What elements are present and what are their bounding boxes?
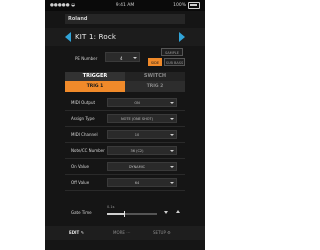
app-screen: ●●●●● ◒ 9:41 AM 100% Roland KIT 1: Rock … (45, 0, 205, 250)
setting-value: ON (134, 101, 140, 105)
gear-icon: ⚙ (167, 230, 171, 235)
pe-number-value: 4 (120, 55, 123, 61)
battery-percent: 100% (173, 3, 186, 8)
pe-number-select[interactable]: 4 (105, 52, 140, 62)
setting-label: Assign Type (71, 116, 95, 121)
increase-arrow-icon[interactable] (176, 210, 180, 213)
setting-row-on-value: On Value DYNAMIC (65, 159, 185, 175)
on-value-select[interactable]: DYNAMIC (107, 162, 177, 171)
setting-value: NOTE (ONE SHOT) (120, 117, 153, 121)
setting-row-midi-output: MIDI Output ON (65, 95, 185, 111)
setting-label: Off Value (71, 180, 90, 185)
nav-setup[interactable]: SETUP ⚙ (153, 230, 171, 235)
chevron-down-icon (133, 56, 137, 59)
assign-type-select[interactable]: NOTE (ONE SHOT) (107, 114, 177, 123)
chevron-down-icon (170, 102, 174, 104)
kit-title: KIT 1: Rock (75, 33, 117, 41)
setting-value: DYNAMIC (128, 165, 146, 169)
off-value-select[interactable]: 64 (107, 178, 177, 187)
chevron-down-icon (170, 166, 174, 168)
brand-header: Roland (65, 14, 185, 24)
setting-value: 64 (134, 181, 140, 185)
bottom-nav: EDIT ✎ MORE ⋯ SETUP ⚙ (45, 226, 205, 240)
chevron-down-icon (170, 118, 174, 120)
sample-button[interactable]: SAMPLE (161, 48, 183, 56)
nav-edit[interactable]: EDIT ✎ (69, 230, 84, 235)
decrease-arrow-icon[interactable] (164, 211, 168, 214)
slider-handle[interactable] (123, 211, 126, 217)
next-kit-arrow-icon[interactable] (179, 32, 185, 42)
setting-value: 36 (C2) (130, 149, 144, 153)
status-bar: ●●●●● ◒ 9:41 AM 100% (45, 0, 205, 11)
gate-time-slider[interactable] (107, 211, 157, 217)
tab-trig-2[interactable]: TRIG 2 (125, 81, 185, 92)
home-indicator-area (45, 240, 205, 250)
slider-fill (107, 213, 125, 215)
pe-number-label: PE Number (75, 56, 98, 61)
chevron-down-icon (170, 134, 174, 136)
tab-trig-1[interactable]: TRIG 1 (65, 81, 125, 92)
nav-setup-label: SETUP (153, 230, 166, 235)
setting-value: 10 (134, 133, 140, 137)
roland-logo: Roland (68, 16, 88, 22)
gate-time-label: Gate Time (71, 210, 92, 215)
pencil-icon: ✎ (80, 230, 85, 235)
midi-channel-select[interactable]: 10 (107, 130, 177, 139)
gate-time-row: Gate Time 0.1s (65, 205, 185, 219)
setting-label: On Value (71, 164, 89, 169)
dots-icon: ⋯ (126, 230, 131, 235)
setting-label: MIDI Channel (71, 132, 98, 137)
nav-more[interactable]: MORE ⋯ (113, 230, 130, 235)
previous-kit-arrow-icon[interactable] (65, 32, 71, 42)
side-button[interactable]: SIDE (148, 58, 162, 66)
tab-switch[interactable]: SWITCH (125, 72, 185, 81)
gate-time-value: 0.1s (107, 205, 115, 209)
setting-label: Note/CC Number (71, 148, 105, 153)
battery-icon (188, 2, 200, 9)
note-cc-number-select[interactable]: 36 (C2) (107, 146, 177, 155)
nav-edit-label: EDIT (69, 230, 80, 235)
midi-output-select[interactable]: ON (107, 98, 177, 107)
setting-label: MIDI Output (71, 100, 96, 105)
chevron-down-icon (170, 150, 174, 152)
sub-bass-button[interactable]: SUB BASS (164, 58, 185, 66)
setting-row-midi-channel: MIDI Channel 10 (65, 127, 185, 143)
setting-row-assign-type: Assign Type NOTE (ONE SHOT) (65, 111, 185, 127)
setting-row-off-value: Off Value 64 (65, 175, 185, 191)
nav-more-label: MORE (113, 230, 125, 235)
chevron-down-icon (170, 182, 174, 184)
tab-trigger[interactable]: TRIGGER (65, 72, 125, 81)
setting-row-note-cc-number: Note/CC Number 36 (C2) (65, 143, 185, 159)
battery-status: 100% (173, 2, 200, 9)
